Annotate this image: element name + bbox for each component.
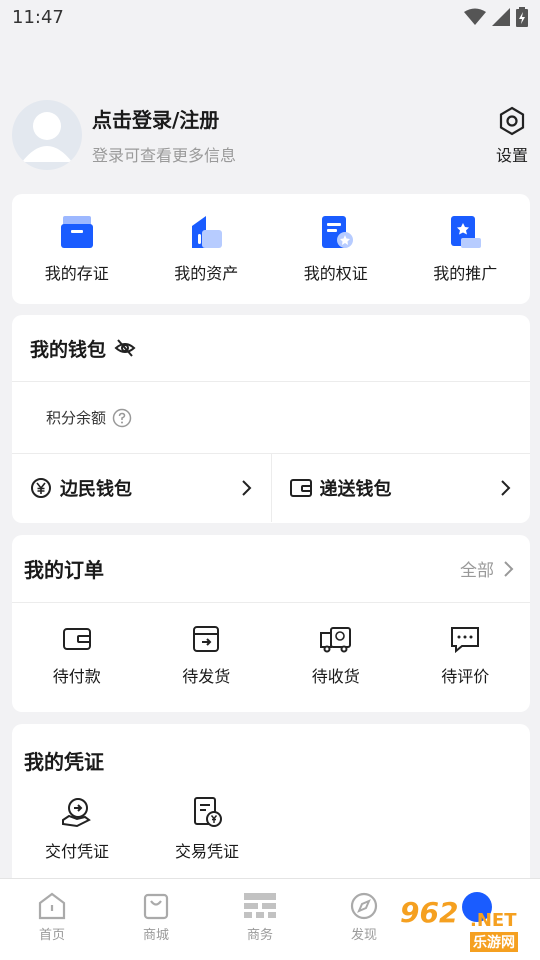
- all-orders-label: 全部: [460, 561, 494, 581]
- certificate-box-icon: [60, 216, 93, 248]
- eye-hidden-icon[interactable]: [114, 337, 136, 359]
- battery-icon: [516, 7, 528, 27]
- asset-chart-icon: [192, 216, 223, 248]
- border-wallet-label: 边民钱包: [60, 479, 132, 500]
- watermark-logo: 962 .NET 乐游网: [398, 890, 536, 956]
- signal-icon: [492, 8, 510, 26]
- points-balance-label: 积分余额: [46, 409, 107, 427]
- transaction-voucher-link[interactable]: 交易凭证: [142, 796, 272, 862]
- voucher-row: 交付凭证 交易凭证: [12, 796, 272, 862]
- tab-label: 首页: [38, 928, 65, 943]
- user-icon: [22, 112, 72, 162]
- delivery-voucher-link[interactable]: 交付凭证: [12, 796, 142, 862]
- order-status-label: 待发货: [182, 667, 231, 686]
- vouchers-card: 我的凭证 交付凭证 交易凭证: [12, 724, 530, 894]
- quick-link-promotion[interactable]: 我的推广: [401, 194, 531, 304]
- orders-card: 我的订单 全部 待付款 待发货 待收货 待评价: [12, 535, 530, 712]
- comment-icon: [451, 627, 480, 653]
- watermark-site: 乐游网: [470, 932, 518, 952]
- delivery-wallet-label: 递送钱包: [319, 479, 392, 500]
- quick-link-rights[interactable]: 我的权证: [271, 194, 401, 304]
- login-hint: 登录可查看更多信息: [92, 146, 237, 165]
- order-status-label: 待评价: [441, 667, 490, 686]
- avatar[interactable]: [12, 100, 82, 170]
- rights-doc-icon: [321, 216, 353, 248]
- order-pending-review[interactable]: 待评价: [401, 625, 531, 687]
- vouchers-title: 我的凭证: [24, 750, 104, 774]
- business-icon: [244, 893, 276, 918]
- chevron-right-icon: [504, 560, 514, 577]
- voucher-label: 交付凭证: [44, 842, 109, 861]
- watermark-net: .NET: [470, 910, 517, 931]
- truck-icon: [319, 627, 351, 653]
- delivery-wallet-link[interactable]: 递送钱包: [270, 454, 531, 522]
- yuan-circle-icon: [31, 478, 51, 498]
- wallet-header: 我的钱包: [12, 315, 530, 382]
- order-status-label: 待付款: [52, 667, 101, 686]
- quick-link-label: 我的存证: [44, 264, 109, 283]
- order-status-label: 待收货: [311, 667, 360, 686]
- quick-links-card: 我的存证 我的资产 我的权证 我的推广: [12, 194, 530, 304]
- quick-link-assets[interactable]: 我的资产: [142, 194, 272, 304]
- status-icons: [464, 7, 528, 27]
- voucher-label: 交易凭证: [174, 842, 239, 861]
- all-orders-link[interactable]: 全部: [460, 556, 516, 581]
- tab-label: 商城: [142, 928, 169, 943]
- profile-header[interactable]: 点击登录/注册 登录可查看更多信息 设置: [12, 100, 532, 172]
- chevron-right-icon: [501, 480, 511, 496]
- status-time: 11:47: [12, 6, 64, 28]
- watermark-number: 962: [400, 896, 459, 929]
- wallet-title: 我的钱包: [30, 338, 107, 361]
- ship-box-icon: [193, 626, 220, 652]
- receipt-yuan-icon: [194, 797, 222, 827]
- tab-label: 发现: [350, 928, 377, 943]
- status-bar: 11:47: [0, 0, 540, 34]
- quick-link-certificates[interactable]: 我的存证: [12, 194, 142, 304]
- quick-link-label: 我的权证: [303, 264, 368, 283]
- wallet-options: 边民钱包 递送钱包: [12, 454, 530, 522]
- tab-label: 商务: [246, 928, 273, 943]
- chevron-right-icon: [241, 480, 251, 496]
- help-circle-icon[interactable]: [112, 408, 132, 428]
- tab-mall[interactable]: 商城: [104, 879, 208, 960]
- hand-deliver-icon: [62, 798, 91, 828]
- wallet-card: 我的钱包 积分余额 边民钱包 递送钱包: [12, 315, 530, 523]
- login-register-link[interactable]: 点击登录/注册: [92, 104, 219, 133]
- wallet-icon: [289, 479, 312, 497]
- points-balance-row[interactable]: 积分余额: [12, 382, 530, 454]
- tab-home[interactable]: 首页: [0, 879, 104, 960]
- shopping-bag-icon: [143, 893, 169, 920]
- settings-label: 设置: [495, 146, 528, 165]
- quick-link-label: 我的推广: [433, 264, 498, 283]
- promotion-star-icon: [451, 216, 482, 248]
- orders-header: 我的订单 全部: [12, 535, 530, 603]
- order-pending-receipt[interactable]: 待收货: [271, 625, 401, 687]
- order-pending-payment[interactable]: 待付款: [12, 625, 142, 687]
- quick-link-label: 我的资产: [174, 264, 239, 283]
- settings-icon: [499, 106, 525, 136]
- settings-button[interactable]: 设置: [492, 106, 532, 166]
- wifi-icon: [464, 8, 486, 25]
- order-status-row: 待付款 待发货 待收货 待评价: [12, 603, 530, 687]
- order-pending-shipment[interactable]: 待发货: [142, 625, 272, 687]
- wallet-icon: [62, 628, 91, 650]
- border-wallet-link[interactable]: 边民钱包: [12, 454, 271, 522]
- compass-icon: [350, 892, 378, 920]
- tab-business[interactable]: 商务: [208, 879, 312, 960]
- home-icon: [38, 892, 66, 920]
- orders-title: 我的订单: [24, 558, 104, 582]
